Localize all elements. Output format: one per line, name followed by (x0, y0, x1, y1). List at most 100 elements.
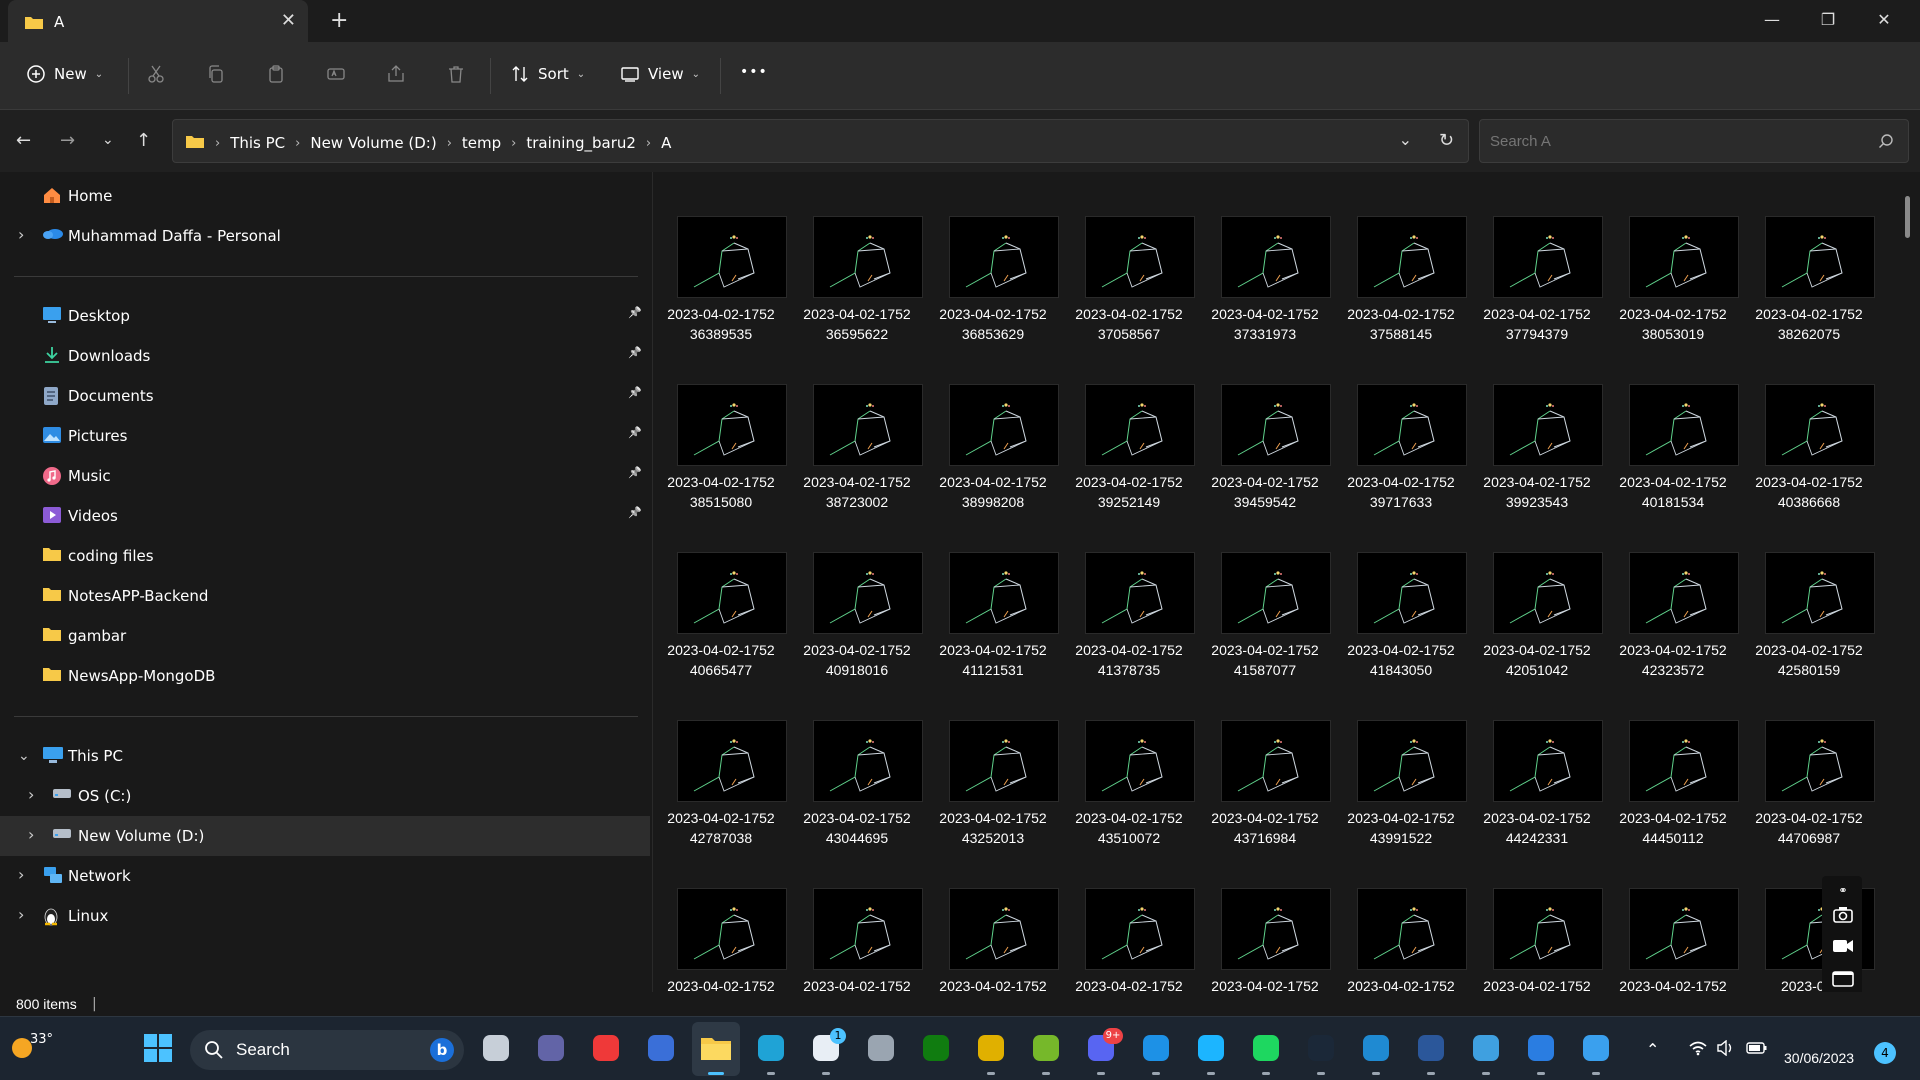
sidebar-item-music[interactable]: Music 📌 (0, 456, 650, 496)
vscode-icon[interactable] (1358, 1030, 1394, 1066)
sidebar-item-linux[interactable]: › Linux (0, 896, 650, 936)
wifi-icon[interactable] (1688, 1040, 1708, 1060)
screenshot-camera-icon[interactable] (1832, 906, 1854, 924)
sidebar-item-downloads[interactable]: Downloads 📌 (0, 336, 650, 376)
breadcrumb-item[interactable]: This PC (230, 134, 285, 152)
file-item[interactable]: 2023-04-02-1752 (653, 844, 789, 992)
file-item[interactable]: 2023-04-02-1752 (1061, 844, 1197, 992)
forward-arrow-icon[interactable]: → (60, 130, 75, 151)
file-item[interactable]: 2023-04-02-1752 (1197, 844, 1333, 992)
address-bar[interactable]: › This PC › New Volume (D:) › temp › tra… (172, 119, 1469, 163)
file-item[interactable]: 2023-04-02-1752 40665477 (653, 508, 789, 678)
file-item[interactable]: 2023-04-02-1752 36595622 (789, 172, 925, 342)
file-item[interactable]: 2023-04-02-1752 37588145 (1333, 172, 1469, 342)
bing-icon[interactable]: b (430, 1038, 454, 1062)
sidebar-item-documents[interactable]: Documents 📌 (0, 376, 650, 416)
file-item[interactable]: 2023-04-02-1752 43991522 (1333, 676, 1469, 846)
share-button[interactable] (386, 64, 406, 84)
taskbar-search[interactable]: Search b (190, 1030, 464, 1070)
address-history-chevron-icon[interactable]: ⌄ (1399, 130, 1412, 149)
utorrent-icon[interactable] (1028, 1030, 1064, 1066)
chevron-right-icon[interactable]: › (295, 136, 300, 151)
maximize-button[interactable]: ❐ (1800, 6, 1856, 34)
chevron-right-icon[interactable]: › (18, 865, 24, 884)
file-item[interactable]: 2023-04-02-1752 (789, 844, 925, 992)
file-item[interactable]: 2023-04-02-1752 (1605, 844, 1741, 992)
sidebar-item-desktop[interactable]: Desktop 📌 (0, 296, 650, 336)
sidebar-item-pictures[interactable]: Pictures 📌 (0, 416, 650, 456)
vertical-scrollbar[interactable] (1905, 196, 1910, 238)
copy-button[interactable] (206, 64, 226, 84)
show-hidden-icons-chevron-icon[interactable]: ⌃ (1646, 1040, 1659, 1059)
spotify-icon[interactable] (1248, 1030, 1284, 1066)
minimize-button[interactable]: — (1744, 6, 1800, 34)
file-item[interactable]: 2023-04-02-1752 44450112 (1605, 676, 1741, 846)
file-item[interactable]: 2023-04-02-1752 38723002 (789, 340, 925, 510)
file-item[interactable]: 2023-04-02-1752 39252149 (1061, 340, 1197, 510)
recent-locations-chevron-icon[interactable]: ⌄ (102, 132, 114, 148)
task-view-icon[interactable] (478, 1030, 514, 1066)
record-video-icon[interactable] (1832, 938, 1854, 956)
close-tab-icon[interactable]: ✕ (281, 10, 296, 31)
file-item[interactable]: 2023-04-02-1752 44706987 (1741, 676, 1877, 846)
file-item[interactable]: 2023-04-02-1752 37058567 (1061, 172, 1197, 342)
file-item[interactable]: 2023-04-02-1752 40386668 (1741, 340, 1877, 510)
search-icon[interactable] (1878, 133, 1894, 153)
file-item[interactable]: 2023-04-02-1752 (1469, 844, 1605, 992)
breadcrumb-item[interactable]: New Volume (D:) (310, 134, 436, 152)
file-item[interactable]: 2023-04-02-1752 39717633 (1333, 340, 1469, 510)
code-editor-icon[interactable] (643, 1030, 679, 1066)
edge-icon[interactable] (753, 1030, 789, 1066)
back-arrow-icon[interactable]: ← (16, 130, 31, 151)
file-item[interactable]: 2023-04-02-1752 41843050 (1333, 508, 1469, 678)
start-icon[interactable] (140, 1030, 176, 1066)
chevron-right-icon[interactable]: › (511, 136, 516, 151)
refresh-icon[interactable]: ↻ (1439, 130, 1454, 151)
file-item[interactable]: 2023-04-02-1752 38053019 (1605, 172, 1741, 342)
file-item[interactable]: 2023-04-02-1752 39459542 (1197, 340, 1333, 510)
view-button[interactable]: View ⌄ (620, 64, 700, 84)
delete-button[interactable] (446, 64, 466, 84)
file-explorer-icon[interactable] (698, 1030, 734, 1066)
file-item[interactable]: 2023-04-02-1752 36389535 (653, 172, 789, 342)
sidebar-item-home[interactable]: Home (0, 176, 650, 216)
file-item[interactable]: 2023-04-02-1752 36853629 (925, 172, 1061, 342)
vivaldi-icon[interactable] (588, 1030, 624, 1066)
file-item[interactable]: 2023-04-02-1752 39923543 (1469, 340, 1605, 510)
xbox-icon[interactable] (918, 1030, 954, 1066)
sidebar-item-network[interactable]: › Network (0, 856, 650, 896)
sidebar-item-newsapp-mongodb[interactable]: NewsApp-MongoDB (0, 656, 650, 696)
file-item[interactable]: 2023-04-02-1752 44242331 (1469, 676, 1605, 846)
sort-button[interactable]: Sort ⌄ (510, 64, 585, 84)
chevron-right-icon[interactable]: › (18, 225, 24, 244)
file-item[interactable]: 2023-04-02-1752 43252013 (925, 676, 1061, 846)
file-item[interactable]: 2023-04-02-1752 41121531 (925, 508, 1061, 678)
chevron-right-icon[interactable]: › (447, 136, 452, 151)
sidebar-item-os-c[interactable]: › OS (C:) (0, 776, 650, 816)
file-item[interactable]: 2023-04-02-1752 38515080 (653, 340, 789, 510)
sidebar-item-new-volume-d[interactable]: › New Volume (D:) (0, 816, 650, 856)
tab-active[interactable]: A ✕ (8, 0, 308, 42)
chevron-right-icon[interactable]: › (28, 785, 34, 804)
file-item[interactable]: 2023-04-02-1752 41587077 (1197, 508, 1333, 678)
sidebar-item-notesapp-backend[interactable]: NotesAPP-Backend (0, 576, 650, 616)
notepad-icon[interactable] (1468, 1030, 1504, 1066)
rename-button[interactable] (326, 64, 346, 84)
close-window-button[interactable]: ✕ (1856, 6, 1912, 34)
chevron-down-icon[interactable]: ⌄ (18, 748, 30, 764)
notification-badge[interactable]: 4 (1874, 1042, 1896, 1064)
file-item[interactable]: 2023-04-02-1752 38262075 (1741, 172, 1877, 342)
breadcrumb-item[interactable]: A (661, 134, 671, 152)
word-icon[interactable] (1413, 1030, 1449, 1066)
sidebar-item-videos[interactable]: Videos 📌 (0, 496, 650, 536)
file-item[interactable]: 2023-04-02-1752 38998208 (925, 340, 1061, 510)
volume-icon[interactable] (1716, 1039, 1734, 1060)
azure-data-studio-icon[interactable] (1523, 1030, 1559, 1066)
chevron-right-icon[interactable]: › (646, 136, 651, 151)
unity-icon[interactable] (863, 1030, 899, 1066)
file-item[interactable]: 2023-04-02-1752 40918016 (789, 508, 925, 678)
cut-button[interactable] (146, 64, 166, 84)
sidebar-item-gambar[interactable]: gambar (0, 616, 650, 656)
file-item[interactable]: 2023-04-02-1752 41378735 (1061, 508, 1197, 678)
window-capture-icon[interactable] (1832, 970, 1854, 988)
